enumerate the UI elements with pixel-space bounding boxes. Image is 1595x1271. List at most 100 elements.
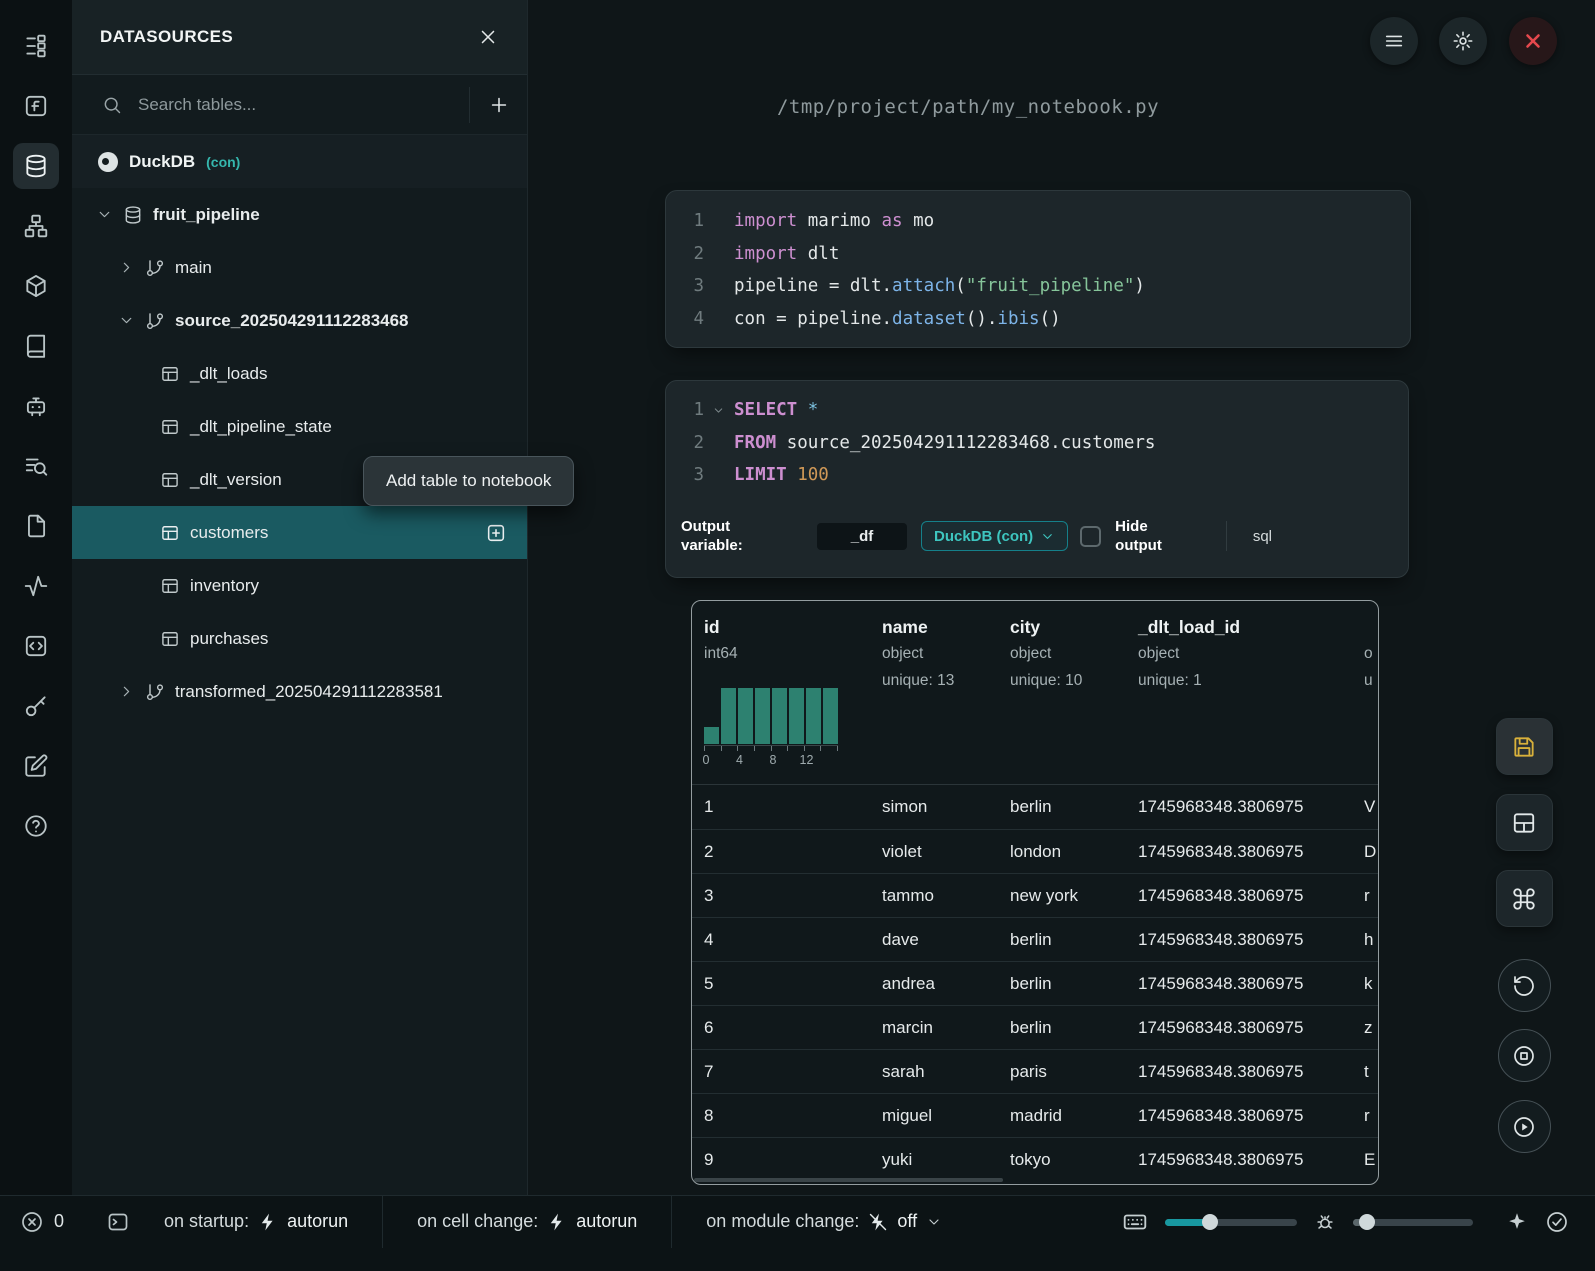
add-table-to-notebook-button[interactable] [485, 522, 507, 544]
rail-documentation-button[interactable] [0, 496, 72, 556]
rail-datasources-button[interactable] [0, 136, 72, 196]
tree-item-purchases[interactable]: purchases [72, 612, 527, 665]
tree-item-label: customers [190, 523, 268, 543]
line-number: 1 [666, 211, 704, 231]
check-circle-icon[interactable] [1545, 1210, 1569, 1234]
rail-dependencies-button[interactable] [0, 196, 72, 256]
on-module-change-value: off [897, 1211, 917, 1232]
undo-icon [1512, 974, 1536, 998]
keyboard-slider[interactable] [1165, 1214, 1297, 1230]
python-cell[interactable]: 1import marimo as mo 2import dlt 3pipeli… [665, 190, 1411, 348]
chevron-right-icon[interactable] [118, 259, 135, 276]
on-cell-change-setting[interactable]: on cell change: autorun [417, 1211, 637, 1232]
code-line[interactable]: con = pipeline.dataset().ibis() [734, 309, 1061, 329]
column-header-clipped[interactable] [1364, 617, 1373, 639]
table-cell: D [1364, 830, 1376, 874]
table-row: 6marcinberlin1745968348.3806975z [692, 1005, 1378, 1049]
fold-chevron-icon[interactable] [712, 404, 725, 417]
notebook-path[interactable]: /tmp/project/path/my_notebook.py [528, 96, 1408, 118]
rail-notebook-button[interactable] [0, 316, 72, 376]
errors-icon[interactable] [20, 1210, 44, 1234]
save-button[interactable] [1496, 718, 1553, 775]
tree-item-transformed-schema[interactable]: transformed_202504291112283581 [72, 665, 527, 718]
on-startup-label: on startup: [164, 1211, 249, 1232]
rail-logs-button[interactable] [0, 436, 72, 496]
rail-snippets-button[interactable] [0, 616, 72, 676]
rail-help-button[interactable] [0, 796, 72, 856]
table-row: 7sarahparis1745968348.3806975t [692, 1049, 1378, 1093]
code-line[interactable]: FROM source_202504291112283468.customers [734, 433, 1155, 453]
tree-item-source-schema[interactable]: source_202504291112283468 [72, 294, 527, 347]
code-line[interactable]: LIMIT 100 [734, 465, 829, 485]
table-cell: paris [1010, 1050, 1047, 1094]
tree-item-inventory[interactable]: inventory [72, 559, 527, 612]
connection-duckdb[interactable]: DuckDB (con) [72, 135, 527, 188]
column-header-city[interactable]: city [1010, 617, 1082, 639]
language-label[interactable]: sql [1253, 528, 1272, 545]
tree-item-main[interactable]: main [72, 241, 527, 294]
tree-item-fruit-pipeline[interactable]: fruit_pipeline [72, 188, 527, 241]
column-header-dlt-load-id[interactable]: _dlt_load_id [1138, 617, 1240, 639]
table-cell: 1745968348.3806975 [1138, 830, 1303, 874]
undo-button[interactable] [1498, 959, 1551, 1012]
edit-icon [23, 753, 49, 779]
rail-robot-button[interactable] [0, 376, 72, 436]
rail-tracing-button[interactable] [0, 556, 72, 616]
tree-item-customers[interactable]: customers [72, 506, 527, 559]
sparkle-icon[interactable] [1506, 1211, 1528, 1233]
chevron-down-icon[interactable] [118, 312, 135, 329]
robot-icon [23, 393, 49, 419]
id-histogram-ticks [704, 745, 838, 751]
rail-packages-button[interactable] [0, 256, 72, 316]
table-cell: E [1364, 1138, 1375, 1182]
stop-button[interactable] [1498, 1029, 1551, 1082]
debug-slider[interactable] [1353, 1214, 1473, 1230]
rail-scratchpad-button[interactable] [0, 736, 72, 796]
hide-output-checkbox[interactable] [1080, 526, 1101, 547]
table-cell: r [1364, 1094, 1370, 1138]
column-header-name[interactable]: name [882, 617, 954, 639]
command-palette-button[interactable] [1496, 870, 1553, 927]
column-header-id[interactable]: id [704, 617, 844, 639]
code-line[interactable]: pipeline = dlt.attach("fruit_pipeline") [734, 276, 1145, 296]
search-input[interactable] [136, 94, 469, 116]
code-line[interactable]: import marimo as mo [734, 211, 934, 231]
rail-file-tree-button[interactable] [0, 16, 72, 76]
on-module-change-setting[interactable]: on module change: off [706, 1211, 942, 1232]
on-startup-setting[interactable]: on startup: autorun [164, 1211, 348, 1232]
menu-button[interactable] [1370, 17, 1418, 65]
code-line[interactable]: import dlt [734, 244, 839, 264]
tree-item-dlt-pipeline-state[interactable]: _dlt_pipeline_state [72, 400, 527, 453]
divider [671, 1196, 672, 1248]
close-panel-button[interactable] [477, 26, 499, 48]
network-icon [23, 213, 49, 239]
tooltip-text: Add table to notebook [386, 471, 551, 491]
chevron-down-icon[interactable] [96, 206, 113, 223]
play-icon [1512, 1115, 1536, 1139]
engine-dropdown[interactable]: DuckDB (con) [921, 521, 1068, 551]
close-app-button[interactable] [1509, 17, 1557, 65]
table-row: 5andreaberlin1745968348.3806975k [692, 961, 1378, 1005]
settings-button[interactable] [1439, 17, 1487, 65]
terminal-icon[interactable] [106, 1210, 130, 1234]
horizontal-scrollbar[interactable] [694, 1178, 1003, 1182]
keyboard-icon[interactable] [1122, 1209, 1148, 1235]
file-text-icon [23, 513, 49, 539]
sql-cell[interactable]: 1 SELECT * 2FROM source_2025042911122834… [665, 380, 1409, 578]
search-list-icon [23, 453, 49, 479]
activity-icon [23, 573, 49, 599]
tree-item-dlt-loads[interactable]: _dlt_loads [72, 347, 527, 400]
code-line[interactable]: SELECT * [734, 400, 818, 420]
table-cell: dave [882, 918, 919, 962]
bug-icon[interactable] [1314, 1211, 1336, 1233]
table-cell: 1 [704, 785, 713, 829]
chevron-right-icon[interactable] [118, 683, 135, 700]
output-variable-input[interactable]: _df [817, 523, 907, 550]
close-icon [1522, 30, 1544, 52]
run-button[interactable] [1498, 1100, 1551, 1153]
add-datasource-button[interactable] [469, 87, 527, 123]
search-row [72, 75, 527, 135]
rail-secrets-button[interactable] [0, 676, 72, 736]
layout-button[interactable] [1496, 794, 1553, 851]
rail-functions-button[interactable] [0, 76, 72, 136]
